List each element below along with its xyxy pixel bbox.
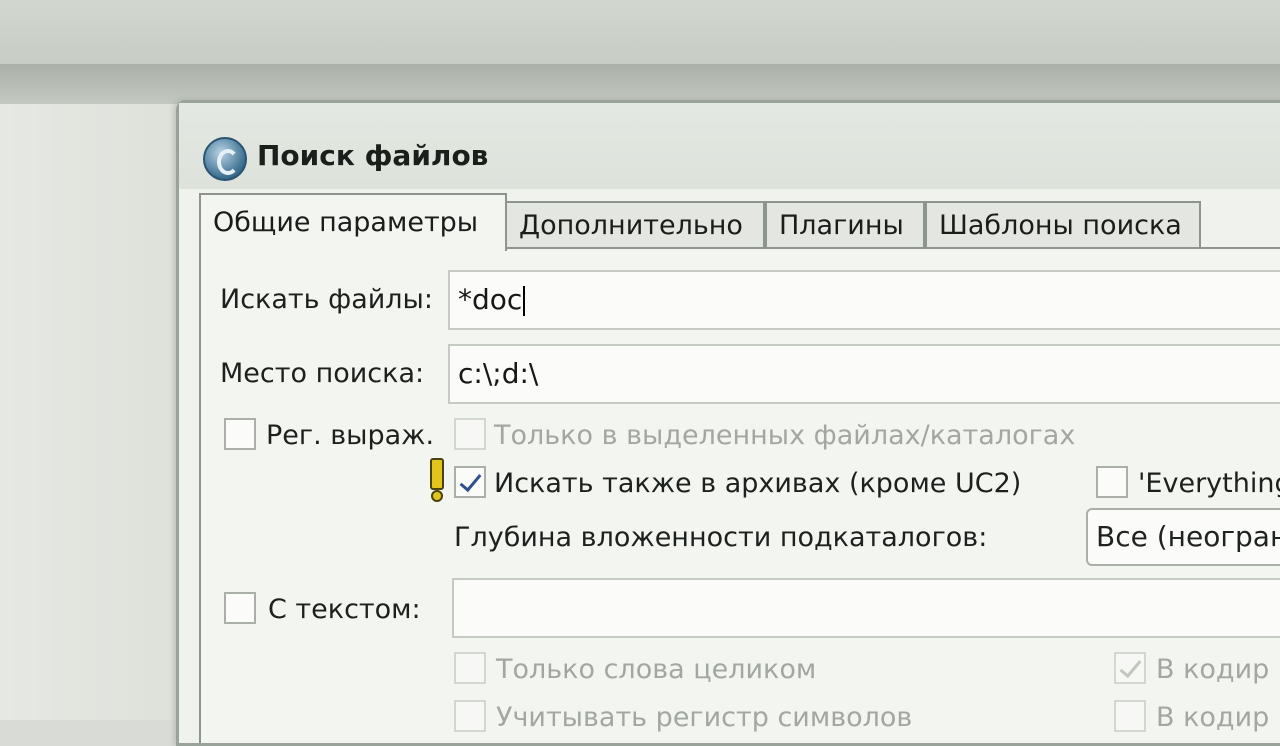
case-sensitive-checkbox[interactable]	[454, 700, 486, 732]
with-text-label: С текстом:	[268, 594, 421, 625]
selected-only-checkbox[interactable]	[454, 418, 486, 450]
whole-words-checkbox[interactable]	[454, 652, 486, 684]
desktop-background	[0, 0, 1280, 70]
archives-checkbox[interactable]	[454, 466, 486, 498]
encoding-label-2: В кодир	[1156, 702, 1270, 733]
encoding-checkbox-2[interactable]	[1114, 700, 1146, 732]
search-files-value: *doc	[458, 283, 523, 316]
regex-label: Рег. выраж.	[266, 420, 435, 451]
window-title: Поиск файлов	[257, 139, 489, 172]
everything-checkbox[interactable]	[1096, 466, 1128, 498]
depth-select[interactable]: Все (неогран	[1086, 508, 1280, 566]
tab-advanced[interactable]: Дополнительно	[505, 201, 765, 247]
text-caret	[523, 286, 526, 316]
regex-checkbox[interactable]	[224, 418, 256, 450]
with-text-checkbox[interactable]	[224, 592, 256, 624]
search-files-input[interactable]: *doc	[448, 270, 1280, 330]
tab-plugins[interactable]: Плагины	[765, 201, 925, 247]
depth-label: Глубина вложенности подкаталогов:	[454, 522, 988, 553]
title-bar: Поиск файлов	[179, 103, 1280, 189]
encoding-label-1: В кодир	[1156, 654, 1270, 685]
selected-only-label: Только в выделенных файлах/каталогах	[494, 420, 1076, 451]
tab-strip: Общие параметры Дополнительно Плагины Ша…	[199, 193, 1280, 251]
exclamation-icon	[428, 458, 444, 502]
encoding-checkbox-1[interactable]	[1114, 652, 1146, 684]
search-location-input[interactable]: c:\;d:\	[448, 344, 1280, 404]
total-commander-icon	[203, 137, 247, 181]
case-sensitive-label: Учитывать регистр символов	[496, 702, 913, 733]
search-files-label: Искать файлы:	[220, 284, 433, 315]
search-location-label: Место поиска:	[220, 358, 425, 389]
desktop-strip	[0, 64, 1280, 104]
with-text-input[interactable]	[452, 578, 1280, 638]
everything-label: 'Everything	[1138, 468, 1280, 499]
archives-label: Искать также в архивах (кроме UC2)	[494, 468, 1022, 499]
background-window	[0, 104, 182, 720]
whole-words-label: Только слова целиком	[496, 654, 817, 685]
tab-general[interactable]: Общие параметры	[199, 193, 507, 251]
tab-search-templates[interactable]: Шаблоны поиска	[925, 201, 1201, 247]
